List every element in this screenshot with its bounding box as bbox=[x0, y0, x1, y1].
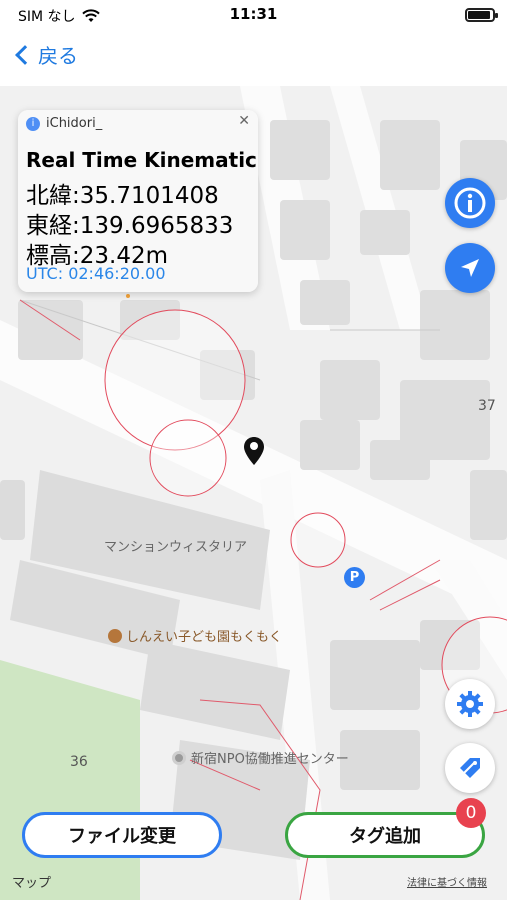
school-icon bbox=[108, 628, 122, 643]
npo-label: 新宿NPO協働推進センター bbox=[191, 752, 349, 767]
map-label-building: マンションウィスタリア bbox=[104, 540, 248, 555]
legal-link[interactable]: 法律に基づく情報 bbox=[407, 874, 487, 889]
utc-time: UTC: 02:46:20.00 bbox=[26, 264, 166, 283]
back-button[interactable]: 戻る bbox=[10, 40, 78, 69]
clock: 11:31 bbox=[229, 5, 278, 23]
back-label: 戻る bbox=[38, 44, 78, 68]
tag-edit-icon bbox=[460, 758, 480, 778]
status-bar: SIM なし 11:31 bbox=[0, 0, 507, 28]
map-label-36: 36 bbox=[70, 754, 88, 770]
location-callout[interactable]: i iChidori_ ✕ Real Time Kinematic 北緯:35.… bbox=[18, 110, 258, 292]
poi-icon bbox=[172, 750, 186, 765]
pin-icon[interactable] bbox=[242, 435, 266, 467]
apple-maps-logo: マップ bbox=[12, 872, 51, 891]
file-change-button[interactable]: ファイル変更 bbox=[22, 812, 222, 858]
apple-maps-label: マップ bbox=[12, 876, 52, 891]
gear-icon bbox=[457, 691, 483, 717]
close-icon[interactable]: ✕ bbox=[238, 113, 250, 129]
latitude-text: 北緯:35.7101408 bbox=[26, 183, 219, 209]
map-label-nursery: しんえい子ども園もくもく bbox=[108, 626, 282, 645]
callout-header: i iChidori_ bbox=[26, 116, 102, 131]
locate-arrow-icon bbox=[461, 259, 479, 277]
info-button[interactable] bbox=[445, 178, 495, 228]
map-label-npo: 新宿NPO協働推進センター bbox=[172, 748, 349, 767]
settings-button[interactable] bbox=[445, 679, 495, 729]
locate-button[interactable] bbox=[445, 243, 495, 293]
device-name: iChidori_ bbox=[46, 116, 103, 131]
tag-count-badge: 0 bbox=[456, 798, 486, 828]
battery-icon bbox=[465, 8, 498, 22]
chevron-left-icon bbox=[15, 44, 35, 65]
tag-edit-button[interactable] bbox=[445, 743, 495, 793]
info-icon bbox=[454, 187, 486, 219]
add-tag-button[interactable]: タグ追加 bbox=[285, 812, 485, 858]
parking-icon: P bbox=[344, 567, 365, 588]
navigation-bar: 戻る bbox=[0, 28, 507, 86]
info-small-icon: i bbox=[26, 116, 40, 131]
callout-title: Real Time Kinematic bbox=[26, 148, 257, 172]
longitude-text: 東経:139.6965833 bbox=[26, 213, 234, 239]
park-area bbox=[0, 660, 140, 900]
nursery-label: しんえい子ども園もくもく bbox=[126, 630, 283, 645]
map-label-37: 37 bbox=[478, 398, 496, 414]
